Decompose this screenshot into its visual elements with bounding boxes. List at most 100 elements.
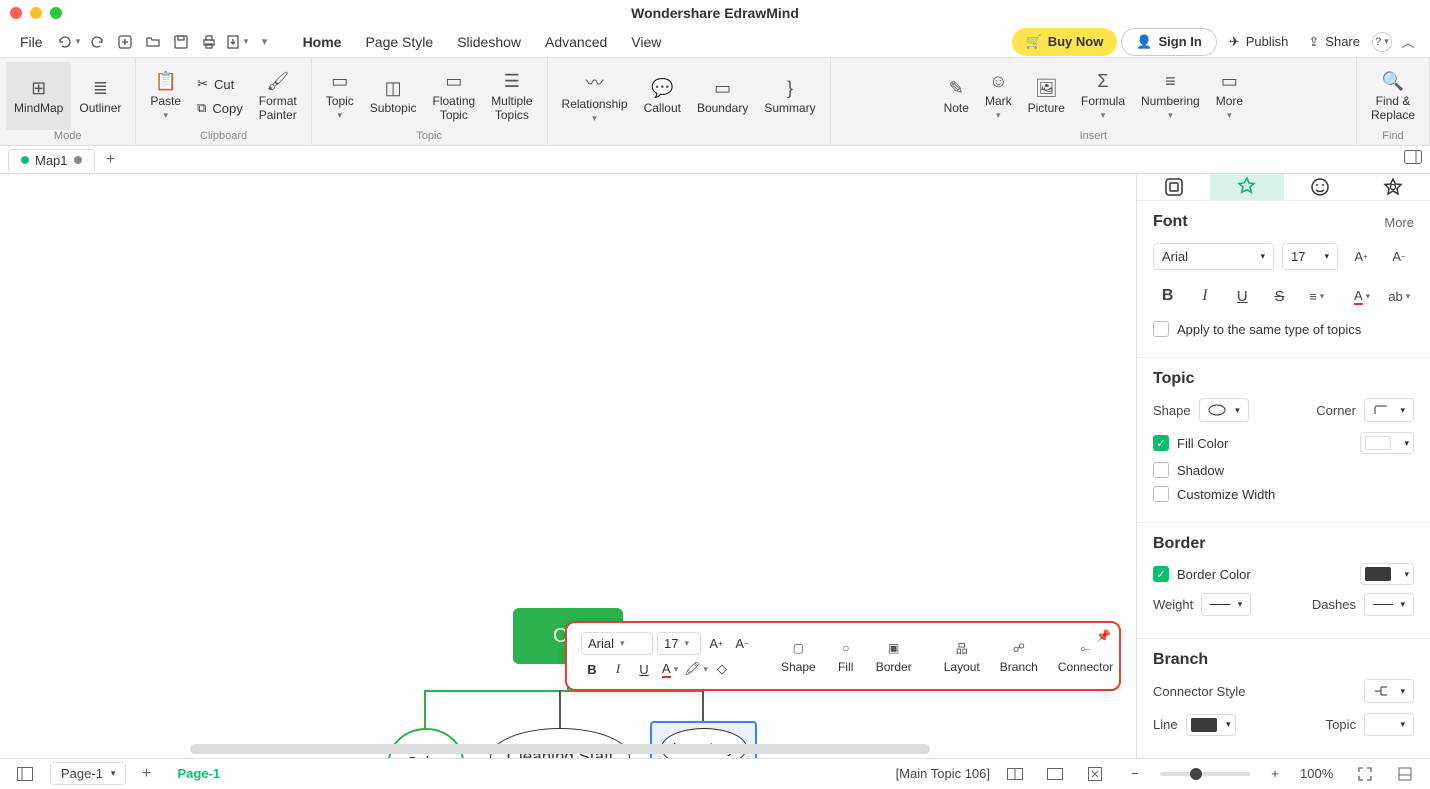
ftb-font-shrink-button[interactable]: A−: [731, 633, 753, 655]
sp-italic-button[interactable]: I: [1190, 281, 1219, 311]
topic-button[interactable]: ▭Topic▾: [318, 62, 362, 130]
sp-strike-button[interactable]: S: [1265, 281, 1294, 311]
zoom-out-button[interactable]: −: [1120, 759, 1150, 789]
sp-fill-color-checkbox[interactable]: ✓ Fill Color ▾: [1153, 432, 1414, 454]
ftb-shape-button[interactable]: ▢Shape: [773, 638, 824, 674]
ftb-font-size-select[interactable]: 17▾: [657, 632, 701, 655]
ftb-connector-button[interactable]: ⟜Connector: [1050, 638, 1121, 674]
ftb-branch-button[interactable]: ☍Branch: [992, 638, 1046, 674]
canvas[interactable]: Ow Sales Cleaning Staff Inventory − Empl…: [0, 174, 1136, 758]
outline-view-button[interactable]: [10, 759, 40, 789]
view-mode-2-button[interactable]: [1040, 759, 1070, 789]
find-replace-button[interactable]: 🔍Find & Replace: [1363, 62, 1423, 130]
menu-advanced[interactable]: Advanced: [535, 30, 617, 54]
view-mode-1-button[interactable]: [1000, 759, 1030, 789]
copy-button[interactable]: ⧉Copy: [189, 97, 251, 119]
format-painter-button[interactable]: 🖌Format Painter: [251, 62, 305, 130]
page-tab-1[interactable]: Page-1: [166, 762, 231, 785]
sp-shape-select[interactable]: ▾: [1199, 398, 1249, 422]
sp-line-color-swatch[interactable]: ▾: [1186, 714, 1236, 736]
sp-tab-page[interactable]: [1137, 174, 1210, 200]
sp-font-size-select[interactable]: 17▾: [1282, 243, 1338, 270]
picture-button[interactable]: 🖼Picture: [1020, 62, 1073, 130]
sp-shadow-checkbox[interactable]: Shadow: [1153, 462, 1414, 478]
callout-button[interactable]: 💬Callout: [636, 62, 689, 130]
fullscreen-button[interactable]: [1350, 759, 1380, 789]
collapse-ribbon-button[interactable]: ︿: [1396, 30, 1420, 54]
summary-button[interactable]: }Summary: [756, 62, 823, 130]
buy-now-button[interactable]: 🛒Buy Now: [1012, 28, 1118, 56]
share-button[interactable]: ⇪Share: [1300, 30, 1368, 54]
sp-tab-icon[interactable]: [1284, 174, 1357, 200]
sp-font-more[interactable]: More: [1384, 215, 1414, 230]
sp-font-color-button[interactable]: A: [1347, 281, 1376, 311]
boundary-button[interactable]: ▭Boundary: [689, 62, 756, 130]
tab-map1[interactable]: Map1: [8, 149, 95, 171]
horizontal-scrollbar[interactable]: [190, 744, 930, 754]
ftb-font-family-select[interactable]: Arial▾: [581, 632, 653, 655]
subtopic-button[interactable]: ◫Subtopic: [362, 62, 425, 130]
sp-connector-style-select[interactable]: ▾: [1364, 679, 1414, 703]
maximize-window-icon[interactable]: [50, 7, 62, 19]
save-button[interactable]: [169, 30, 193, 54]
qat-customize-icon[interactable]: ▾: [253, 30, 277, 54]
ftb-border-button[interactable]: ▣Border: [868, 638, 920, 674]
scrollbar-thumb[interactable]: [190, 744, 930, 754]
pin-toolbar-icon[interactable]: 📌: [1096, 629, 1111, 643]
sp-bold-button[interactable]: B: [1153, 281, 1182, 311]
minimize-window-icon[interactable]: [30, 7, 42, 19]
more-insert-button[interactable]: ▭More▾: [1208, 62, 1251, 130]
minimize-panel-button[interactable]: [1390, 759, 1420, 789]
floating-topic-button[interactable]: ▭Floating Topic: [424, 62, 483, 130]
menu-page-style[interactable]: Page Style: [355, 30, 443, 54]
paste-button[interactable]: 📋Paste▾: [142, 62, 189, 130]
export-button[interactable]: [225, 30, 249, 54]
numbering-button[interactable]: ≡Numbering▾: [1133, 62, 1208, 130]
redo-button[interactable]: [85, 30, 109, 54]
print-button[interactable]: [197, 30, 221, 54]
zoom-slider[interactable]: [1160, 772, 1250, 776]
sp-border-color-swatch[interactable]: ▾: [1360, 563, 1414, 585]
fit-page-button[interactable]: [1080, 759, 1110, 789]
sp-border-color-checkbox[interactable]: ✓ Border Color ▾: [1153, 563, 1414, 585]
new-button[interactable]: [113, 30, 137, 54]
note-button[interactable]: ✎Note: [936, 62, 977, 130]
sp-fill-color-swatch[interactable]: ▾: [1360, 432, 1414, 454]
toggle-sidepanel-button[interactable]: [1404, 150, 1422, 164]
menu-file[interactable]: File: [10, 30, 53, 54]
publish-button[interactable]: ✈Publish: [1221, 30, 1297, 54]
ftb-highlight-button[interactable]: 🖍: [685, 658, 707, 680]
add-page-button[interactable]: +: [136, 764, 156, 784]
sp-align-button[interactable]: ≡: [1302, 281, 1331, 311]
page-dropdown[interactable]: Page-1▾: [50, 762, 126, 785]
ftb-italic-button[interactable]: I: [607, 658, 629, 680]
sp-tab-clipart[interactable]: [1357, 174, 1430, 200]
formula-button[interactable]: ΣFormula▾: [1073, 62, 1133, 130]
ftb-layout-button[interactable]: 品Layout: [936, 638, 988, 674]
ftb-underline-button[interactable]: U: [633, 658, 655, 680]
sp-weight-select[interactable]: ▾: [1201, 593, 1251, 616]
ftb-fill-button[interactable]: ○Fill: [828, 638, 864, 674]
sign-in-button[interactable]: 👤Sign In: [1121, 28, 1217, 56]
mindmap-button[interactable]: ⊞MindMap: [6, 62, 71, 130]
sp-font-grow-button[interactable]: A+: [1346, 241, 1376, 271]
sp-tab-style[interactable]: [1210, 174, 1283, 200]
add-tab-button[interactable]: +: [101, 150, 121, 170]
menu-view[interactable]: View: [621, 30, 671, 54]
menu-slideshow[interactable]: Slideshow: [447, 30, 531, 54]
sp-branch-topic-select[interactable]: ▾: [1364, 713, 1414, 736]
zoom-slider-knob[interactable]: [1190, 768, 1202, 780]
menu-home[interactable]: Home: [293, 30, 352, 54]
sp-custom-width-checkbox[interactable]: Customize Width: [1153, 486, 1414, 502]
open-button[interactable]: [141, 30, 165, 54]
close-window-icon[interactable]: [10, 7, 22, 19]
multiple-topics-button[interactable]: ☰Multiple Topics: [483, 62, 540, 130]
ftb-font-grow-button[interactable]: A+: [705, 633, 727, 655]
sp-dashes-select[interactable]: ▾: [1364, 593, 1414, 616]
sp-font-shrink-button[interactable]: A−: [1384, 241, 1414, 271]
sp-font-family-select[interactable]: Arial▾: [1153, 243, 1274, 270]
cut-button[interactable]: ✂Cut: [189, 73, 251, 95]
sp-corner-select[interactable]: ▾: [1364, 398, 1414, 422]
zoom-in-button[interactable]: +: [1260, 759, 1290, 789]
sp-text-case-button[interactable]: ab: [1385, 281, 1414, 311]
